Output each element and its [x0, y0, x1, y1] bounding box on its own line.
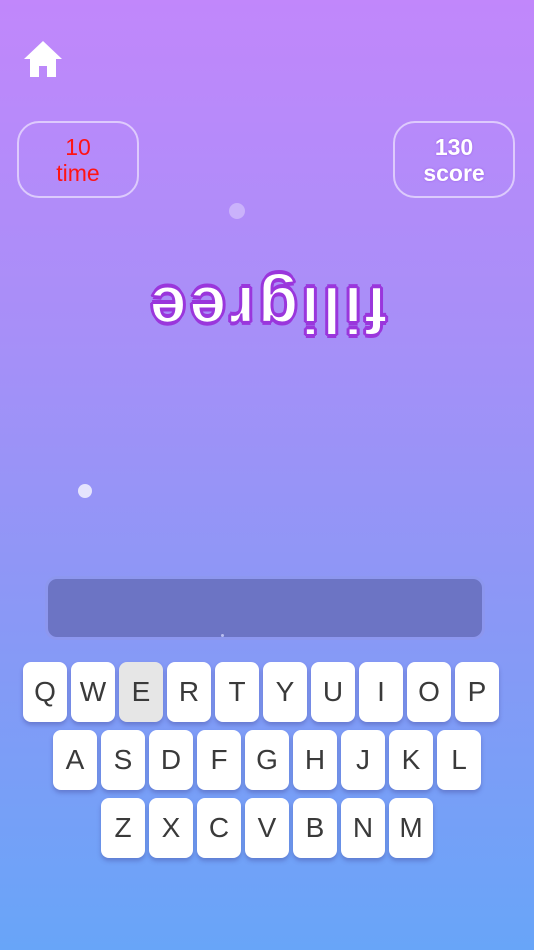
- key-s[interactable]: S: [101, 730, 145, 790]
- key-m[interactable]: M: [389, 798, 433, 858]
- key-z[interactable]: Z: [101, 798, 145, 858]
- answer-input[interactable]: [45, 576, 485, 640]
- time-panel: 10 time: [17, 121, 139, 198]
- key-u[interactable]: U: [311, 662, 355, 722]
- scrambled-word: filigree: [146, 272, 388, 348]
- time-label: time: [56, 159, 100, 186]
- keyboard-row: ASDFGHJKL: [53, 730, 485, 790]
- key-l[interactable]: L: [437, 730, 481, 790]
- key-e[interactable]: E: [119, 662, 163, 722]
- key-f[interactable]: F: [197, 730, 241, 790]
- key-y[interactable]: Y: [263, 662, 307, 722]
- key-c[interactable]: C: [197, 798, 241, 858]
- key-i[interactable]: I: [359, 662, 403, 722]
- home-icon[interactable]: [22, 39, 64, 79]
- floating-bubble: [229, 203, 245, 219]
- key-g[interactable]: G: [245, 730, 289, 790]
- key-q[interactable]: Q: [23, 662, 67, 722]
- key-k[interactable]: K: [389, 730, 433, 790]
- score-label: score: [423, 159, 485, 186]
- key-t[interactable]: T: [215, 662, 259, 722]
- keyboard-row: ZXCVBNM: [101, 798, 437, 858]
- time-value: 10: [65, 133, 91, 160]
- key-r[interactable]: R: [167, 662, 211, 722]
- key-n[interactable]: N: [341, 798, 385, 858]
- keyboard-row: QWERTYUIOP: [23, 662, 503, 722]
- key-b[interactable]: B: [293, 798, 337, 858]
- key-o[interactable]: O: [407, 662, 451, 722]
- key-v[interactable]: V: [245, 798, 289, 858]
- score-value: 130: [434, 133, 474, 160]
- key-j[interactable]: J: [341, 730, 385, 790]
- key-h[interactable]: H: [293, 730, 337, 790]
- key-p[interactable]: P: [455, 662, 499, 722]
- key-w[interactable]: W: [71, 662, 115, 722]
- floating-bubble: [78, 484, 92, 498]
- key-d[interactable]: D: [149, 730, 193, 790]
- key-a[interactable]: A: [53, 730, 97, 790]
- key-x[interactable]: X: [149, 798, 193, 858]
- score-panel: 130 score: [393, 121, 515, 198]
- cursor-dot: [221, 634, 224, 637]
